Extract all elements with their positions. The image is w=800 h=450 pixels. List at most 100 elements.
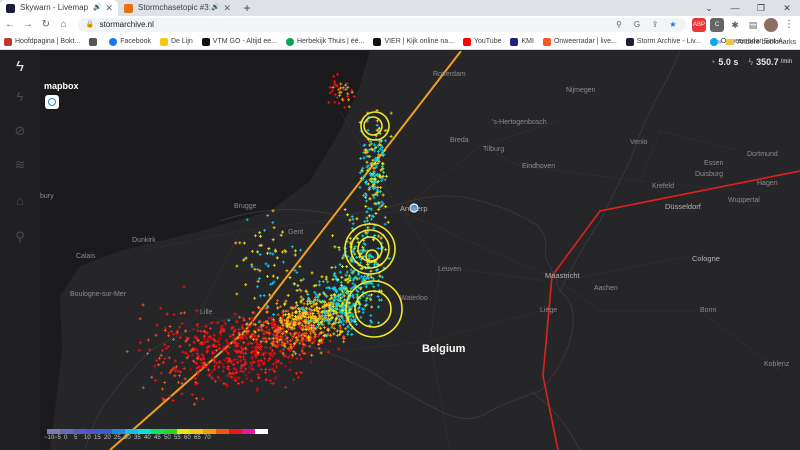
window-controls: ⌄ — ❐ ✕ — [696, 0, 800, 16]
lightning-strike — [389, 111, 393, 115]
lightning-strike — [377, 321, 381, 325]
lightning-strike — [159, 306, 163, 310]
lightning-strike — [275, 365, 279, 369]
lightning-strike — [364, 285, 368, 289]
lightning-logo-icon[interactable]: ϟ — [10, 57, 30, 77]
lightning-strike — [335, 329, 339, 333]
bookmark-item[interactable]: Herbekijk Thuis | éé... — [285, 37, 364, 46]
bookmark-item[interactable]: Onweerradar | live... — [542, 37, 617, 46]
other-bookmarks[interactable]: Andere bookmarks — [726, 34, 796, 50]
radar-icon[interactable]: ⌂ — [10, 191, 30, 211]
bookmarks-overflow-button[interactable]: » — [718, 34, 722, 50]
translate-icon[interactable]: G — [628, 18, 646, 32]
reading-list-icon[interactable]: ▤ — [746, 18, 761, 32]
lightning-strike — [281, 260, 285, 264]
lightning-strike — [268, 293, 272, 297]
lightning-strike — [172, 313, 176, 317]
lightning-strike — [358, 185, 362, 189]
lightning-strike — [270, 381, 274, 385]
lightning-strike — [384, 248, 388, 252]
lightning-strike — [359, 157, 363, 161]
lightning-strike — [342, 319, 346, 323]
sea-area — [40, 51, 370, 450]
lightning-strike — [278, 305, 282, 309]
map-canvas[interactable] — [40, 51, 800, 450]
close-icon[interactable]: ✕ — [105, 0, 113, 16]
lightning-strike — [268, 251, 272, 255]
bookmark-item[interactable]: VTM GO - Altijd ee... — [201, 37, 277, 46]
lightning-strike — [379, 186, 383, 190]
lightning-strike — [298, 325, 302, 329]
lightning-strike — [383, 129, 387, 133]
lightning-map[interactable]: mapbox ◔ 5.0 s ϟ 350.7 /min Rotterdam Ni… — [40, 51, 800, 450]
minimize-icon[interactable]: — — [722, 0, 748, 16]
bookmark-item[interactable] — [89, 37, 100, 46]
lightning-strike — [366, 226, 370, 230]
bookmark-item[interactable]: Facebook — [109, 37, 151, 46]
lightning-strike — [214, 361, 218, 365]
lightning-strike — [299, 357, 303, 361]
lightning-strike — [345, 270, 349, 274]
lightning-strike — [171, 398, 175, 402]
chevron-down-icon[interactable]: ⌄ — [696, 0, 722, 16]
lightning-strike — [364, 204, 368, 208]
location-marker-icon[interactable]: ⚲ — [10, 227, 30, 247]
close-window-icon[interactable]: ✕ — [774, 0, 800, 16]
forward-arrow-icon[interactable]: → — [20, 16, 36, 34]
legend-swatch — [203, 429, 216, 434]
lightning-strike — [379, 236, 383, 240]
tab-stormchasetopic[interactable]: Stormchasetopic #3: Van Nederl 🔊 ✕ — [118, 0, 236, 16]
grey-extension-icon[interactable]: C — [710, 18, 725, 32]
layers-icon[interactable]: ≋ — [10, 155, 30, 175]
map-label-dunkirk: Dunkirk — [132, 237, 156, 244]
kebab-menu-icon[interactable]: ⋮ — [782, 18, 797, 32]
satellite-icon[interactable]: ⊘ — [10, 121, 30, 141]
address-bar[interactable]: 🔒 stormarchive.nl ⚲ G ⇪ ★ — [77, 18, 687, 32]
lightning-layer-icon[interactable]: ϟ — [10, 87, 30, 107]
lightning-strike — [188, 343, 192, 347]
home-icon[interactable]: ⌂ — [56, 16, 72, 34]
back-arrow-icon[interactable]: ← — [2, 16, 18, 34]
lightning-strike — [267, 247, 271, 251]
lightning-strike — [293, 282, 297, 286]
lightning-strike — [330, 266, 334, 270]
lightning-strike — [286, 293, 290, 297]
lightning-strike — [159, 371, 163, 375]
puzzle-icon[interactable]: ✱ — [728, 18, 743, 32]
lightning-strike — [313, 298, 317, 302]
bookmark-item[interactable]: De Lijn — [160, 37, 193, 46]
map-label-rotterdam: Rotterdam — [433, 71, 466, 78]
bookmark-item[interactable]: KMI — [510, 37, 534, 46]
lightning-strike — [376, 294, 380, 298]
lightning-strike — [376, 283, 380, 287]
strike-rate-value: 350.7 — [756, 57, 779, 67]
timer-icon: ◔ — [709, 57, 716, 67]
bookmark-favicon-icon — [89, 37, 98, 46]
bookmark-item[interactable]: Storm Archive - Liv... — [625, 37, 701, 46]
lightning-strike — [254, 355, 258, 359]
lightning-strike — [389, 134, 393, 138]
bookmark-star-icon[interactable]: ★ — [664, 18, 682, 32]
geolocate-button[interactable] — [45, 95, 59, 109]
restore-icon[interactable]: ❐ — [748, 0, 774, 16]
bookmark-item[interactable]: Hoofdpagina | Bokt... — [4, 37, 80, 46]
lightning-strike — [154, 333, 158, 337]
bookmark-item[interactable]: YouTube — [462, 37, 501, 46]
new-tab-button[interactable]: + — [240, 0, 254, 16]
bookmark-item[interactable]: VIER | Kijk online na... — [373, 37, 454, 46]
close-icon[interactable]: ✕ — [223, 0, 231, 16]
lightning-strike — [348, 279, 352, 283]
legend-swatch — [125, 429, 138, 434]
lightning-strike — [250, 249, 254, 253]
abp-extension-icon[interactable]: ABP — [692, 18, 707, 32]
lightning-strike — [263, 228, 267, 232]
location-pin-icon[interactable]: ⚲ — [610, 18, 628, 32]
reload-icon[interactable]: ↻ — [38, 16, 54, 34]
avatar[interactable] — [764, 18, 779, 32]
share-icon[interactable]: ⇪ — [646, 18, 664, 32]
tab-strip: Skywarn - Livemap 🔊 ✕ Stormchasetopic #3… — [0, 0, 800, 16]
lightning-strike — [154, 378, 158, 382]
lightning-strike — [386, 220, 390, 224]
lightning-strike — [368, 186, 372, 190]
tab-skywarn-livemap[interactable]: Skywarn - Livemap 🔊 ✕ — [0, 0, 118, 16]
